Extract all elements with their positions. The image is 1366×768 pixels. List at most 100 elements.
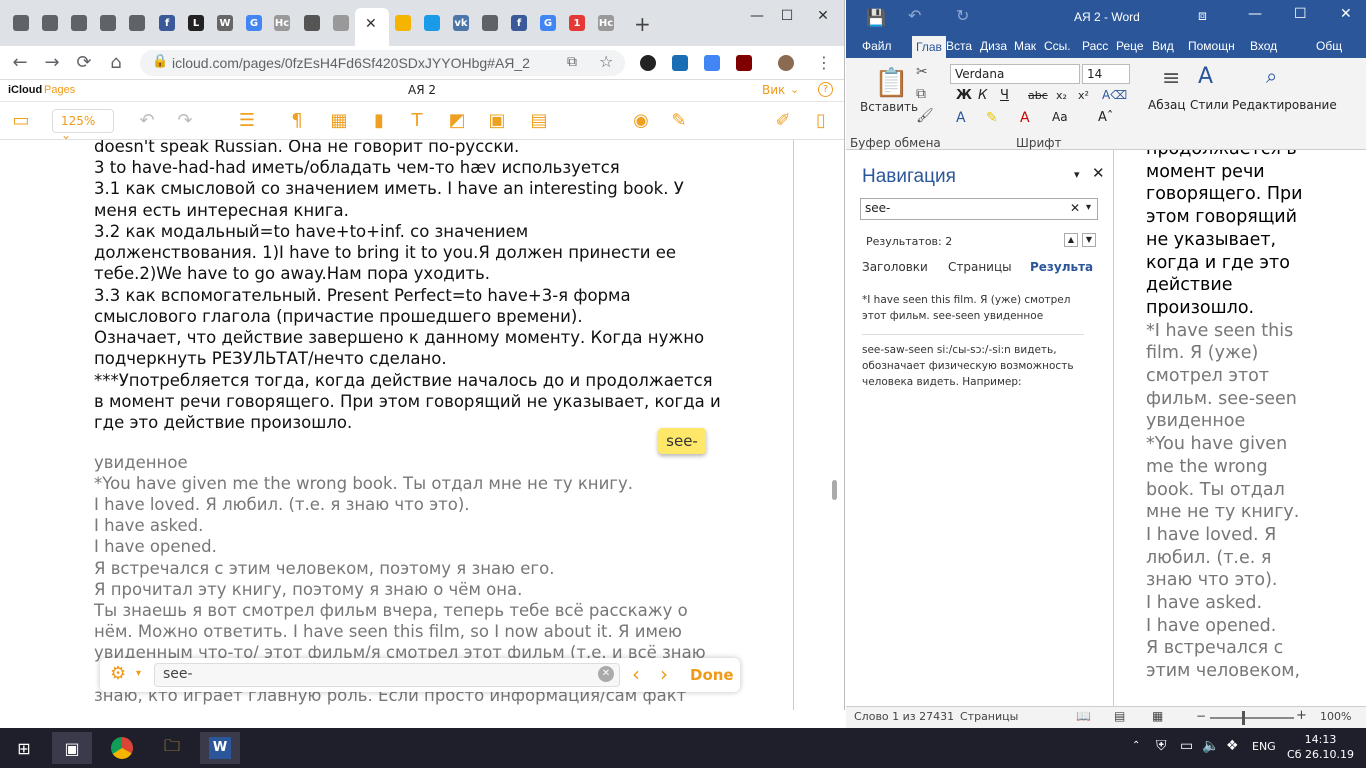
close-tab-icon[interactable]: ✕ [365,16,377,32]
minimize-icon[interactable]: — [1248,6,1262,22]
browser-tab[interactable]: f [508,11,530,35]
browser-tab[interactable] [392,11,414,35]
grow-font-icon[interactable]: Aˆ [1098,110,1113,125]
ribbon-tab[interactable]: Глав [912,36,946,58]
browser-tab[interactable]: L [185,11,207,35]
clear-search-icon[interactable]: ✕ [1070,201,1080,215]
search-result-item[interactable]: see-saw-seen si:/сы-sɔ:/-si:n видеть, об… [862,342,1084,390]
browser-tab[interactable] [39,11,61,35]
ublock-icon[interactable] [736,55,752,71]
word-icon[interactable]: W [200,732,240,764]
text-icon[interactable]: T [406,110,428,132]
superscript-icon[interactable]: x² [1078,89,1089,102]
zoom-out-icon[interactable]: − [1196,709,1206,723]
font-name-select[interactable]: Verdana [950,64,1080,84]
browser-tab[interactable] [10,11,32,35]
zoom-slider[interactable] [1210,717,1294,719]
undo-icon[interactable]: ↶ [908,6,921,25]
extension-translate-icon[interactable] [704,55,720,71]
minimize-icon[interactable]: — [742,6,772,26]
profile-avatar[interactable] [778,55,794,71]
browser-tab[interactable]: vk [450,11,472,35]
undo-icon[interactable]: ↶ [136,110,158,132]
extension-id-icon[interactable] [672,55,688,71]
browser-tab[interactable]: 1 [566,11,588,35]
app-icon[interactable]: ▣ [52,732,92,764]
browser-tab[interactable] [421,11,443,35]
browser-tab[interactable]: Нс [271,11,293,35]
translate-icon[interactable]: ⧉ [567,54,577,70]
help-icon[interactable]: ? [818,82,833,97]
paragraph-group-button[interactable]: Абзац [1148,98,1186,112]
styles-icon[interactable]: A [1198,64,1213,89]
wrench-icon[interactable]: ✎ [668,110,690,132]
chevron-down-icon[interactable]: ▾ [1074,168,1080,181]
list-icon[interactable]: ☰ [236,110,258,132]
clear-format-icon[interactable]: A⌫ [1102,88,1127,102]
browser-tab[interactable] [68,11,90,35]
previous-result-icon[interactable]: ‹ [632,662,640,686]
network-icon[interactable]: ▭ [1180,738,1193,754]
browser-tab[interactable]: G [243,11,265,35]
reload-icon[interactable]: ⟳ [72,51,96,75]
ribbon-tab[interactable]: Вид [1152,39,1174,53]
word-document[interactable]: продолжается вмомент речиговорящего. При… [1114,150,1366,706]
format-brush-icon[interactable]: ✐ [772,110,794,132]
dropbox-icon[interactable]: ❖ [1226,738,1239,754]
chevron-down-icon[interactable]: ⌄ [790,83,799,96]
document-panel-icon[interactable]: ▯ [810,110,832,132]
user-menu[interactable]: Вик [762,83,785,97]
bold-icon[interactable]: Ж [956,88,972,103]
find-input[interactable]: see- [154,663,620,687]
close-window-icon[interactable]: ✕ [1340,6,1352,22]
previous-result-icon[interactable]: ▲ [1064,233,1078,247]
zoom-in-icon[interactable]: + [1296,708,1307,723]
read-mode-icon[interactable]: 📖 [1076,709,1091,723]
file-explorer-icon[interactable]: 🗀 [152,732,192,764]
ribbon-tab[interactable]: Помощн [1188,39,1235,53]
browser-tab[interactable] [479,11,501,35]
nav-search-input[interactable]: see- [860,198,1098,220]
italic-icon[interactable]: К [978,88,987,103]
font-color-icon[interactable]: A [1020,110,1030,126]
search-icon[interactable]: ⌕ [1266,64,1277,88]
vertical-scrollbar[interactable] [832,480,837,500]
maximize-icon[interactable]: ☐ [1294,6,1307,22]
address-bar[interactable]: 🔒 icloud.com/pages/0fzEsH4Fd6Sf420SDxJYY… [140,50,625,76]
close-window-icon[interactable]: ✕ [808,6,838,26]
close-pane-icon[interactable]: ✕ [1092,164,1105,182]
browser-tab[interactable] [97,11,119,35]
ribbon-tab[interactable]: Мак [1014,39,1036,53]
print-layout-icon[interactable]: ▤ [1114,709,1125,723]
font-size-select[interactable]: 14 [1082,64,1130,84]
paragraph-icon[interactable]: ≡ [1162,66,1180,91]
shape-icon[interactable]: ◩ [446,110,468,132]
nav-tab[interactable]: Результа [1030,260,1093,274]
highlight-color-icon[interactable]: ✎ [986,110,998,126]
status-pages[interactable]: Страницы [960,710,1018,723]
forward-icon[interactable]: → [40,51,64,75]
ribbon-tab[interactable]: Файл [862,39,892,53]
chart-icon[interactable]: ▮ [368,110,390,132]
document-page[interactable]: doesn't speak Russian. Она не говорит по… [82,140,794,710]
browser-tab[interactable]: W [214,11,236,35]
text-effects-icon[interactable]: A [956,110,966,126]
home-icon[interactable]: ⌂ [104,51,128,75]
maximize-icon[interactable]: ☐ [772,6,802,26]
done-button[interactable]: Done [690,666,734,684]
clock[interactable]: 14:13 Сб 26.10.19 [1287,732,1354,762]
browser-tab[interactable]: G [537,11,559,35]
browser-tab[interactable] [301,11,323,35]
cut-icon[interactable]: ✂ [916,64,928,80]
format-painter-icon[interactable]: 🖌 [916,108,934,124]
zoom-select[interactable]: 125% ⌄ [52,109,114,142]
bookmark-star-icon[interactable]: ☆ [599,52,613,71]
subscript-icon[interactable]: x₂ [1056,89,1067,102]
back-icon[interactable]: ← [8,51,32,75]
language-indicator[interactable]: ENG [1252,740,1276,753]
new-tab-icon[interactable]: + [634,12,651,36]
underline-icon[interactable]: Ч [1000,88,1009,103]
menu-icon[interactable]: ⋮ [816,53,832,72]
paste-button[interactable]: Вставить [860,100,918,114]
comment-icon[interactable]: ▤ [528,110,550,132]
